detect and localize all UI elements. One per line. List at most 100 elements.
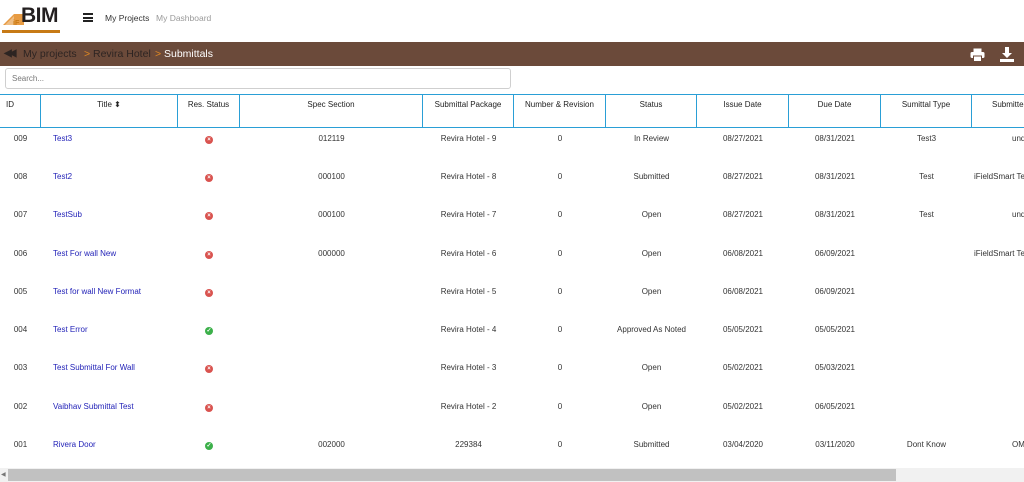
table-row[interactable]: 006 Test For wall New × 000000 Revira Hotel … — [0, 248, 1024, 286]
column-header-id[interactable]: ID — [0, 94, 41, 128]
cell-number: 0 — [557, 287, 563, 296]
column-header-submitter[interactable]: Submitte — [972, 94, 1024, 128]
cell-title[interactable]: Vaibhav Submittal Test — [53, 402, 178, 411]
scrollbar-thumb[interactable] — [8, 469, 896, 481]
cell-issue: 08/27/2021 — [722, 172, 764, 181]
cell-issue: 06/08/2021 — [722, 287, 764, 296]
cell-spec: 000000 — [318, 249, 345, 258]
cell-submitter: OM — [1012, 440, 1024, 449]
cell-title[interactable]: Test for wall New Format — [53, 287, 178, 296]
column-header-status[interactable]: Status — [606, 94, 697, 128]
check-circle-icon: ✓ — [205, 327, 213, 335]
cell-number: 0 — [557, 440, 563, 449]
breadcrumb-bar: ◀◀ My projects > Revira Hotel > Submitta… — [0, 42, 1024, 66]
cell-status: In Review — [633, 134, 670, 143]
cell-type: Test3 — [916, 134, 937, 143]
cell-title[interactable]: Test2 — [53, 172, 178, 181]
cell-spec: 012119 — [318, 134, 345, 143]
cell-status: Open — [641, 402, 662, 411]
table-row[interactable]: 007 TestSub × 000100 Revira Hotel - 7 0 Open 08… — [0, 209, 1024, 247]
x-circle-icon: × — [205, 136, 213, 144]
download-icon[interactable] — [999, 47, 1015, 62]
cell-due: 03/11/2020 — [815, 440, 855, 449]
nav-my-projects[interactable]: My Projects — [105, 13, 149, 23]
cell-number: 0 — [557, 210, 563, 219]
breadcrumb-separator: > — [155, 48, 162, 60]
cell-status: Open — [641, 287, 662, 296]
cell-submitter: undefir — [1012, 134, 1024, 143]
cell-number: 0 — [557, 249, 563, 258]
column-header-due-date[interactable]: Due Date — [789, 94, 881, 128]
ifieldsmart-logo[interactable]: iF BIM — [2, 4, 60, 34]
cell-res-status: × — [178, 210, 240, 220]
table-row[interactable]: 003 Test Submittal For Wall × Revira Hotel … — [0, 362, 1024, 400]
double-chevron-left-icon[interactable]: ◀◀ — [4, 48, 17, 59]
search-input[interactable] — [5, 68, 511, 89]
cell-spec: 000100 — [318, 172, 345, 181]
cell-number: 0 — [557, 172, 563, 181]
hamburger-menu-icon[interactable] — [83, 13, 93, 22]
column-header-submittal-type[interactable]: Sumittal Type — [881, 94, 972, 128]
cell-number: 0 — [557, 402, 563, 411]
cell-package: Revira Hotel - 5 — [440, 287, 497, 296]
cell-issue: 06/08/2021 — [722, 249, 764, 258]
cell-title[interactable]: Test Error — [53, 325, 178, 334]
cell-id: 003 — [13, 363, 28, 372]
column-header-res-status[interactable]: Res. Status — [178, 94, 240, 128]
table-row[interactable]: 005 Test for wall New Format × Revira Hotel… — [0, 286, 1024, 324]
table-header: ID Title ⬍ Res. Status Spec Section Subm… — [0, 94, 1024, 128]
cell-status: Submitted — [633, 440, 670, 449]
cell-package: Revira Hotel - 2 — [440, 402, 497, 411]
horizontal-scrollbar[interactable]: ◀ — [0, 468, 1024, 482]
cell-status: Open — [641, 249, 662, 258]
cell-submitter: iFieldSmart Te — [974, 172, 1024, 181]
cell-id: 006 — [13, 249, 28, 258]
breadcrumb-project[interactable]: Revira Hotel — [93, 48, 151, 60]
cell-res-status: × — [178, 363, 240, 373]
column-header-issue-date[interactable]: Issue Date — [697, 94, 789, 128]
cell-type: Test — [919, 172, 934, 181]
cell-title[interactable]: TestSub — [53, 210, 178, 219]
cell-res-status: × — [178, 249, 240, 259]
breadcrumb-my-projects[interactable]: My projects — [23, 48, 77, 60]
cell-title[interactable]: Rivera Door — [53, 440, 178, 449]
x-circle-icon: × — [205, 212, 213, 220]
cell-submitter: undefir — [1012, 210, 1024, 219]
scroll-left-arrow-icon[interactable]: ◀ — [1, 471, 6, 478]
cell-package: Revira Hotel - 7 — [440, 210, 497, 219]
column-header-title[interactable]: Title ⬍ — [41, 94, 178, 128]
cell-number: 0 — [557, 325, 563, 334]
cell-id: 004 — [13, 325, 28, 334]
column-header-spec-section[interactable]: Spec Section — [240, 94, 423, 128]
column-header-submittal-package[interactable]: Submittal Package — [423, 94, 514, 128]
x-circle-icon: × — [205, 365, 213, 373]
table-row[interactable]: 004 Test Error ✓ Revira Hotel - 4 0 Approved … — [0, 324, 1024, 362]
print-icon[interactable] — [970, 48, 985, 62]
cell-due: 08/31/2021 — [814, 172, 856, 181]
table-row[interactable]: 002 Vaibhav Submittal Test × Revira Hotel -… — [0, 401, 1024, 439]
cell-res-status: × — [178, 172, 240, 182]
column-header-number-revision[interactable]: Number & Revision — [514, 94, 606, 128]
cell-id: 009 — [13, 134, 28, 143]
cell-id: 002 — [13, 402, 28, 411]
cell-title[interactable]: Test Submittal For Wall — [53, 363, 178, 372]
cell-due: 08/31/2021 — [814, 210, 856, 219]
x-circle-icon: × — [205, 404, 213, 412]
cell-package: Revira Hotel - 8 — [440, 172, 497, 181]
cell-title[interactable]: Test For wall New — [53, 249, 178, 258]
cell-title[interactable]: Test3 — [53, 134, 178, 143]
cell-res-status: × — [178, 402, 240, 412]
table-row[interactable]: 009 Test3 × 012119 Revira Hotel - 9 0 In Revie… — [0, 133, 1024, 171]
cell-issue: 08/27/2021 — [722, 134, 764, 143]
cell-id: 008 — [13, 172, 28, 181]
cell-res-status: × — [178, 134, 240, 144]
cell-due: 05/05/2021 — [814, 325, 856, 334]
cell-submitter: iFieldSmart Te — [974, 249, 1024, 258]
cell-res-status: ✓ — [178, 440, 240, 450]
cell-package: Revira Hotel - 4 — [440, 325, 497, 334]
cell-issue: 05/05/2021 — [722, 325, 764, 334]
cell-due: 06/09/2021 — [814, 287, 856, 296]
nav-my-dashboard[interactable]: My Dashboard — [156, 13, 211, 23]
cell-status: Submitted — [633, 172, 670, 181]
table-row[interactable]: 008 Test2 × 000100 Revira Hotel - 8 0 Submitte… — [0, 171, 1024, 209]
